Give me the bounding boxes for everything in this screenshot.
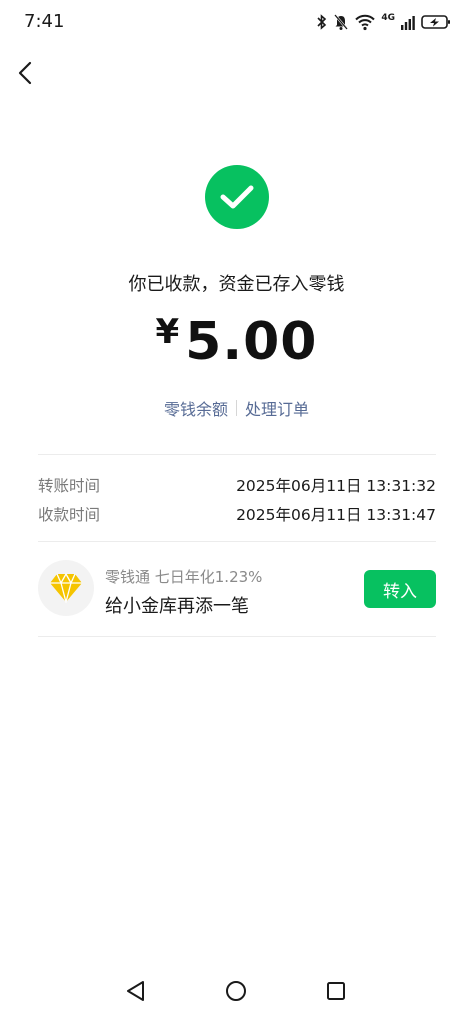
process-order-link[interactable]: 处理订单 [245, 396, 309, 420]
amount-value: 5.00 [185, 312, 318, 372]
divider [38, 454, 436, 455]
action-links: 零钱余额 处理订单 [0, 396, 473, 420]
battery-charging-icon [421, 15, 450, 29]
nav-back-button[interactable] [119, 974, 153, 1008]
balance-link[interactable]: 零钱余额 [164, 396, 228, 420]
diamond-icon [50, 573, 82, 603]
network-type-label: 4G [381, 12, 395, 23]
back-triangle-icon [127, 981, 144, 1001]
nav-recents-button[interactable] [319, 974, 353, 1008]
promo-icon-wrap [38, 560, 94, 616]
divider [38, 636, 436, 637]
success-check-badge [205, 165, 269, 229]
mute-icon [334, 14, 349, 30]
system-nav-bar [0, 964, 473, 1024]
signal-icon [401, 16, 415, 30]
divider [38, 541, 436, 542]
status-time: 7:41 [24, 11, 65, 32]
amount-display: ¥5.00 [0, 312, 473, 372]
detail-row-receive-time: 收款时间 2025年06月11日 13:31:47 [38, 503, 436, 525]
promo-title: 给小金库再添一笔 [105, 596, 249, 617]
detail-value: 2025年06月11日 13:31:47 [236, 506, 436, 524]
wifi-icon [355, 14, 376, 31]
transfer-in-button[interactable]: 转入 [364, 570, 436, 608]
bluetooth-icon [317, 14, 327, 30]
back-button[interactable] [12, 58, 38, 88]
detail-value: 2025年06月11日 13:31:32 [236, 477, 436, 495]
recents-square-icon [327, 982, 345, 1000]
nav-home-button[interactable] [219, 974, 253, 1008]
payment-received-page: 7:41 4G 你已收款，资金已存入零钱 ¥ 5.00 零钱余额 处理订单 转账… [0, 0, 473, 1024]
success-message: 你已收款，资金已存入零钱 [128, 274, 345, 295]
detail-row-transfer-time: 转账时间 2025年06月11日 13:31:32 [38, 474, 436, 496]
promo-subtitle: 零钱通 七日年化1.23% [105, 568, 263, 586]
home-circle-icon [226, 981, 246, 1001]
currency-symbol: ¥ [155, 312, 180, 352]
status-icons: 4G [317, 12, 451, 32]
detail-label: 转账时间 [38, 477, 101, 495]
status-bar: 7:41 4G [0, 0, 473, 44]
check-icon [220, 185, 254, 209]
detail-label: 收款时间 [38, 506, 101, 524]
link-separator [236, 400, 237, 416]
chevron-left-icon [18, 61, 32, 85]
